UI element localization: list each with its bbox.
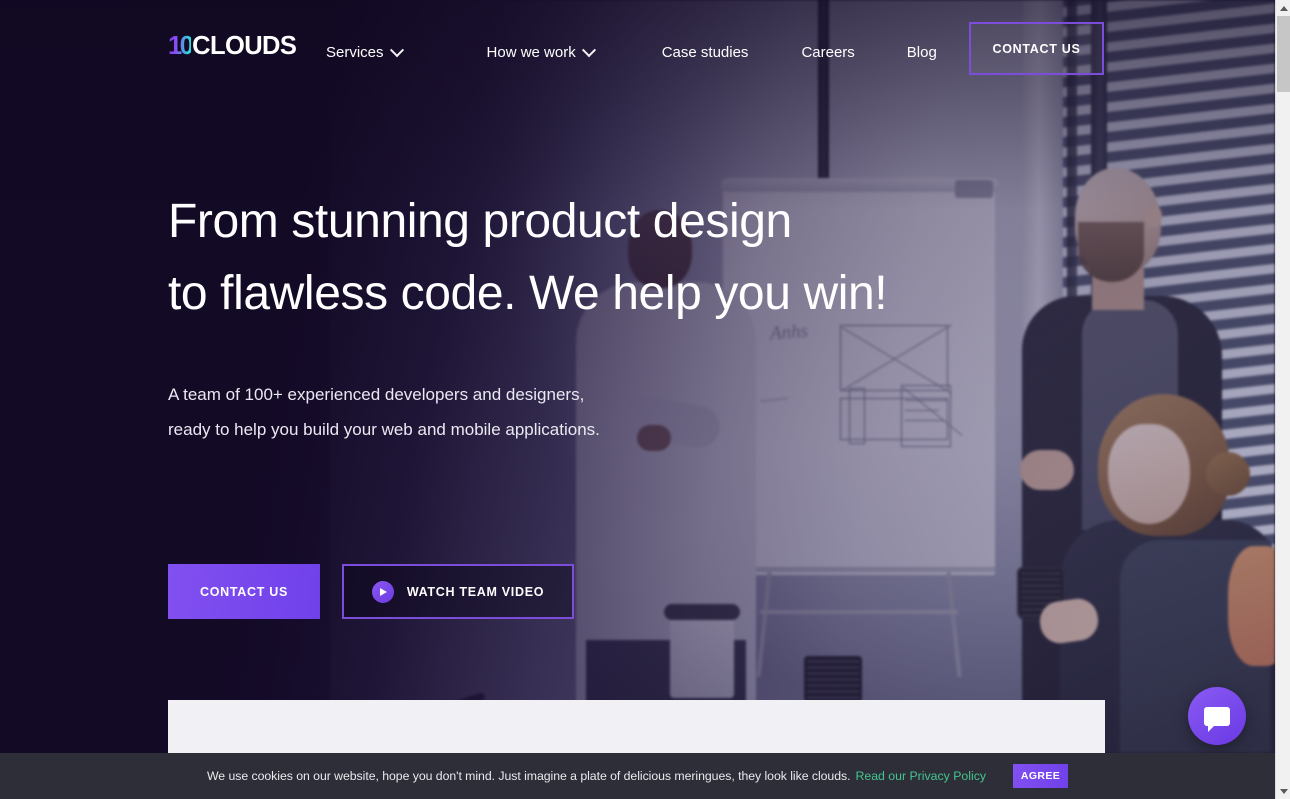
nav-label-blog: Blog	[906, 44, 937, 61]
hero-content: From stunning product design to flawless…	[168, 186, 1028, 447]
play-icon	[371, 580, 394, 603]
header-contact-us-button[interactable]: CONTACT US	[969, 22, 1104, 75]
nav-item-services[interactable]: Services	[326, 40, 404, 65]
cookie-consent-bar: We use cookies on our website, hope you …	[0, 753, 1275, 799]
privacy-policy-link[interactable]: Read our Privacy Policy	[855, 769, 986, 783]
page-viewport: Anhs ~~~~	[0, 0, 1275, 799]
browser-page: Anhs ~~~~	[0, 0, 1290, 799]
scroll-up-arrow-icon[interactable]	[1276, 0, 1290, 16]
nav-label-careers: Careers	[801, 44, 855, 61]
next-section-panel	[168, 700, 1105, 753]
watch-video-label: WATCH TEAM VIDEO	[406, 584, 545, 599]
hero-cta-group: CONTACT US WATCH TEAM VIDEO	[168, 564, 574, 619]
chevron-down-icon	[389, 42, 404, 57]
hero-section: Anhs ~~~~	[0, 0, 1275, 753]
hero-headline: From stunning product design to flawless…	[168, 195, 888, 320]
nav-label-case-studies: Case studies	[661, 44, 749, 61]
vertical-scrollbar[interactable]	[1275, 0, 1290, 799]
cookie-message: We use cookies on our website, hope you …	[206, 769, 851, 783]
nav-item-case-studies[interactable]: Case studies	[662, 40, 749, 65]
nav-label-how-we-work: How we work	[486, 44, 576, 61]
site-logo[interactable]: 10CLOUDS	[168, 32, 297, 60]
logo-number: 10	[168, 32, 194, 60]
chevron-down-icon	[581, 42, 596, 57]
hero-subheadline: A team of 100+ experienced developers an…	[168, 385, 600, 439]
nav-item-blog[interactable]: Blog	[907, 40, 937, 65]
hero-contact-us-button[interactable]: CONTACT US	[168, 564, 320, 619]
logo-word: CLOUDS	[192, 32, 297, 60]
nav-item-how-we-work[interactable]: How we work	[486, 40, 596, 65]
chat-widget-button[interactable]	[1188, 687, 1246, 745]
hero-watch-team-video-button[interactable]: WATCH TEAM VIDEO	[342, 564, 574, 619]
chat-bubble-icon	[1204, 706, 1230, 732]
nav-item-careers[interactable]: Careers	[801, 40, 854, 65]
scrollbar-thumb[interactable]	[1277, 16, 1290, 92]
cookie-agree-button[interactable]: AGREE	[1013, 764, 1069, 788]
nav-label-services: Services	[326, 44, 384, 61]
scroll-down-arrow-icon[interactable]	[1276, 783, 1290, 799]
main-navigation: Services How we work Case studies Career…	[326, 40, 937, 65]
site-header: 10CLOUDS Services How we work Case studi…	[0, 0, 1275, 96]
